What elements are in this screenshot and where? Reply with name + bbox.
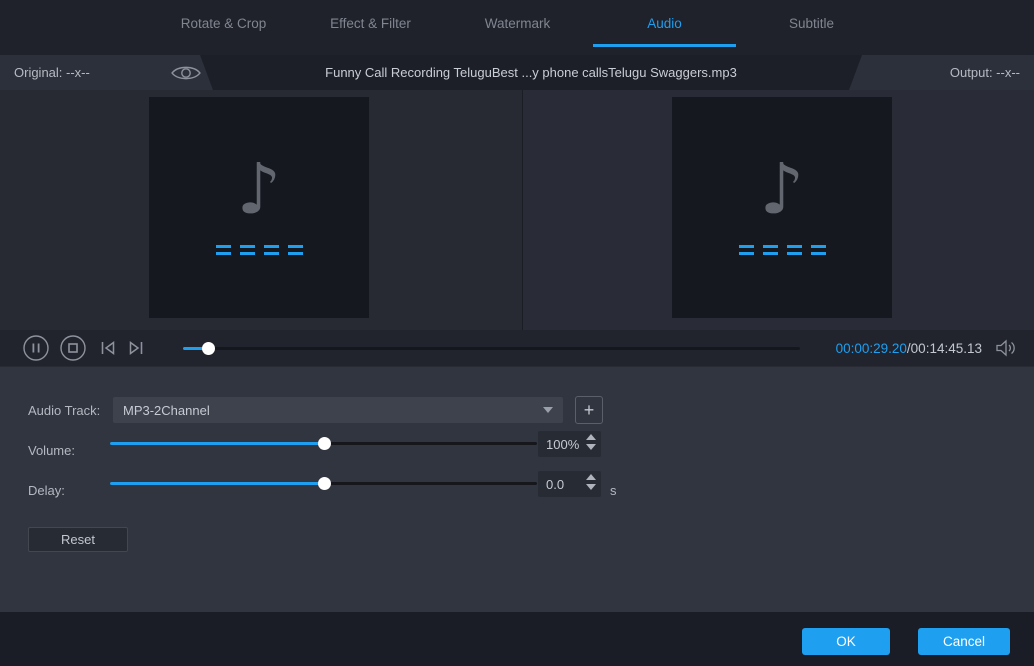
tab-label: Audio <box>647 16 682 31</box>
tab-label: Watermark <box>484 16 551 31</box>
output-media-box: ♪ <box>672 97 892 318</box>
equalizer-dashes-icon <box>149 245 369 255</box>
audio-settings-window: Rotate & Crop Effect & Filter Watermark … <box>0 0 1034 666</box>
equalizer-dashes-icon <box>672 245 892 255</box>
delay-thumb[interactable] <box>317 477 331 490</box>
previous-frame-button[interactable] <box>96 334 120 362</box>
delay-spin-arrows <box>586 474 596 490</box>
current-time: 00:00:29.20 <box>835 340 907 356</box>
preview-eye-icon[interactable] <box>170 64 202 82</box>
file-title-tab: Funny Call Recording TeluguBest ...y pho… <box>200 55 862 90</box>
delay-fill <box>110 482 324 485</box>
tab-rotate-crop[interactable]: Rotate & Crop <box>150 0 297 47</box>
tab-label: Subtitle <box>788 16 835 31</box>
preview-header-strip: Funny Call Recording TeluguBest ...y pho… <box>0 55 1034 90</box>
volume-slider[interactable] <box>110 437 537 450</box>
seek-slider[interactable] <box>183 341 800 355</box>
speaker-icon[interactable] <box>994 339 1018 357</box>
delay-slider[interactable] <box>110 477 537 490</box>
footer-bar: OK Cancel <box>0 612 1034 666</box>
reset-button[interactable]: Reset <box>28 527 128 552</box>
tab-effect-filter[interactable]: Effect & Filter <box>297 0 444 47</box>
volume-fill <box>110 442 324 445</box>
pause-button[interactable] <box>22 334 50 362</box>
spin-down-icon[interactable] <box>586 484 596 490</box>
delay-value: 0.0 <box>546 476 565 492</box>
tab-watermark[interactable]: Watermark <box>444 0 591 47</box>
time-display: 00:00:29.20/00:14:45.13 <box>836 330 982 366</box>
preview-area: ♪ ♪ <box>0 90 1034 330</box>
player-bar: 00:00:29.20/00:14:45.13 <box>0 330 1034 366</box>
music-note-icon: ♪ <box>236 148 282 230</box>
file-name: Funny Call Recording TeluguBest ...y pho… <box>325 65 737 80</box>
add-audio-track-button[interactable]: + <box>575 396 603 424</box>
tab-row: Rotate & Crop Effect & Filter Watermark … <box>150 0 885 47</box>
spin-down-icon[interactable] <box>586 444 596 450</box>
volume-value: 100% <box>546 436 580 452</box>
output-preview-pane: ♪ <box>523 90 1034 330</box>
original-preview-pane: ♪ <box>0 90 522 330</box>
tab-audio[interactable]: Audio <box>591 0 738 47</box>
volume-spin-arrows <box>586 434 596 450</box>
ok-button[interactable]: OK <box>802 628 890 655</box>
volume-label: Volume: <box>28 443 75 458</box>
original-resolution-label: Original: --x-- <box>14 65 90 80</box>
active-tab-underline <box>593 44 736 47</box>
seek-track[interactable] <box>183 346 800 350</box>
output-resolution-label: Output: --x-- <box>949 65 1020 80</box>
volume-thumb[interactable] <box>317 437 331 450</box>
tab-subtitle[interactable]: Subtitle <box>738 0 885 47</box>
volume-spinbox[interactable]: 100% <box>538 431 601 457</box>
tab-label: Effect & Filter <box>330 16 411 31</box>
spin-up-icon[interactable] <box>586 474 596 480</box>
top-tab-bar: Rotate & Crop Effect & Filter Watermark … <box>0 0 1034 55</box>
audio-track-label: Audio Track: <box>28 403 101 418</box>
audio-controls-panel: Audio Track: MP3-2Channel + Volume: 100%… <box>0 366 1034 612</box>
audio-track-value: MP3-2Channel <box>123 402 210 418</box>
music-note-icon: ♪ <box>759 148 805 230</box>
cancel-button[interactable]: Cancel <box>918 628 1010 655</box>
audio-track-dropdown[interactable]: MP3-2Channel <box>113 397 563 423</box>
delay-label: Delay: <box>28 483 65 498</box>
delay-unit-label: s <box>610 483 617 498</box>
seek-thumb[interactable] <box>201 341 215 355</box>
total-time: 00:14:45.13 <box>910 340 982 356</box>
next-frame-button[interactable] <box>124 334 148 362</box>
stop-button[interactable] <box>59 334 87 362</box>
delay-spinbox[interactable]: 0.0 <box>538 471 601 497</box>
tab-label: Rotate & Crop <box>180 16 267 31</box>
spin-up-icon[interactable] <box>586 434 596 440</box>
original-media-box: ♪ <box>149 97 369 318</box>
chevron-down-icon <box>543 407 553 413</box>
